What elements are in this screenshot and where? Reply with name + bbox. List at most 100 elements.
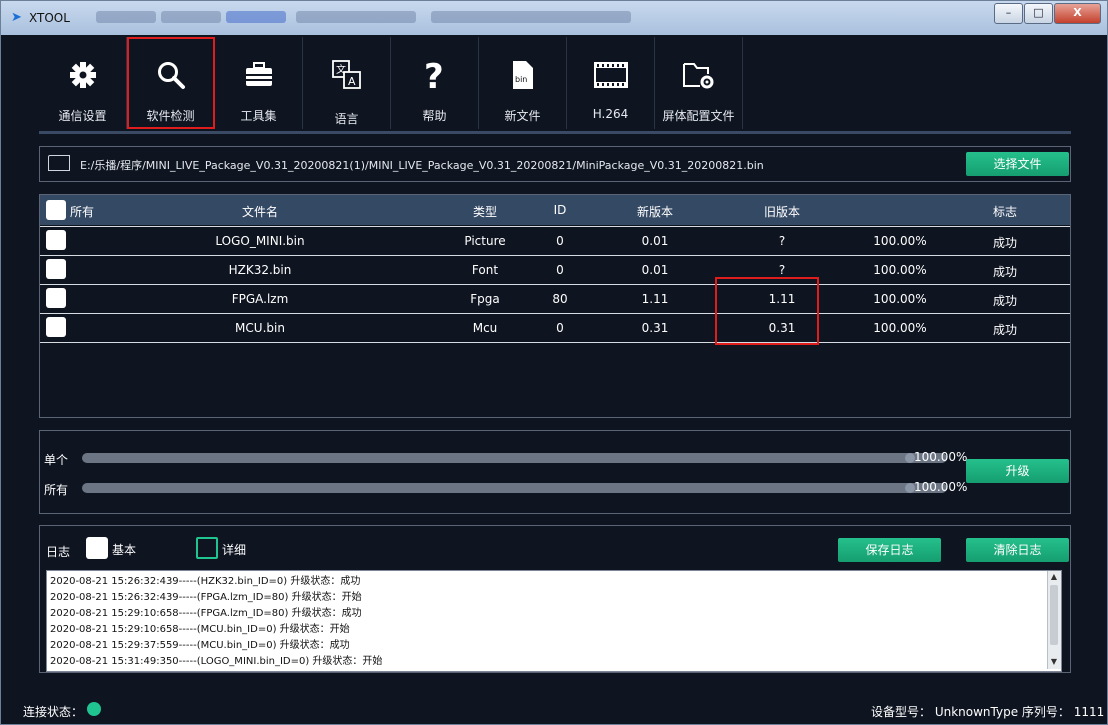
device-info: 设备型号： UnknownType 序列号： 1111 [871, 705, 1105, 719]
clear-log-button[interactable]: 清除日志 [966, 538, 1069, 562]
cell-new-version: 0.31 [641, 321, 669, 335]
header-type: 类型 [472, 205, 497, 219]
blurred-tab [431, 11, 631, 23]
header-id: ID [553, 203, 567, 217]
svg-text:A: A [348, 75, 356, 88]
cell-progress: 100.00% [873, 321, 927, 335]
row-checkbox[interactable] [46, 259, 66, 279]
all-progress-label: 所有 [44, 483, 69, 497]
basic-label: 基本 [112, 543, 137, 557]
cell-type: Fpga [470, 292, 500, 306]
log-line: 2020-08-21 15:31:49:350-----(LOGO_MINI.b… [50, 656, 383, 667]
header-old-version: 旧版本 [763, 205, 800, 219]
title-bar: ➤ XTOOL – □ X [1, 1, 1107, 35]
cell-type: Font [471, 263, 499, 277]
cell-new-version: 1.11 [641, 292, 669, 306]
row-checkbox[interactable] [46, 317, 66, 337]
cell-id: 80 [552, 292, 568, 306]
toolbar-label: 工具集 [240, 109, 277, 123]
help-icon: ? [391, 57, 478, 93]
close-button[interactable]: X [1054, 3, 1101, 24]
file-path: E:/乐播/程序/MINI_LIVE_Package_V0.31_2020082… [80, 159, 764, 172]
toolbar-label: 屏体配置文件 [662, 109, 735, 123]
maximize-button[interactable]: □ [1024, 3, 1053, 24]
toolbar-new-file[interactable]: bin 新文件 [479, 37, 567, 129]
all-progress-value: 100.00% [914, 480, 968, 494]
toolbar-label: 软件检测 [146, 109, 195, 123]
cell-progress: 100.00% [873, 234, 927, 248]
log-lines: 2020-08-21 15:26:32:439-----(HZK32.bin_I… [50, 574, 382, 670]
cell-flag: 成功 [992, 323, 1017, 337]
folder-settings-icon [655, 57, 742, 93]
save-log-button[interactable]: 保存日志 [838, 538, 941, 562]
progress-panel: 单个 100.00% 所有 100.00% 升级 [39, 430, 1071, 514]
single-progress-fill [82, 453, 947, 463]
select-file-button[interactable]: 选择文件 [966, 152, 1069, 176]
toolbar-label: 语言 [334, 112, 359, 126]
log-scrollbar[interactable]: ▲ ▼ [1047, 571, 1061, 669]
log-line: 2020-08-21 15:29:10:658-----(FPGA.lzm_ID… [50, 608, 362, 619]
cell-id: 0 [556, 234, 564, 248]
header-flag: 标志 [992, 205, 1017, 219]
connection-label: 连接状态： [23, 705, 84, 719]
scroll-down-icon[interactable]: ▼ [1050, 657, 1058, 667]
cell-new-version: 0.01 [641, 263, 669, 277]
cell-id: 0 [556, 263, 564, 277]
toolbar-label: 通信设置 [58, 109, 107, 123]
film-icon [567, 57, 654, 93]
toolbar-language[interactable]: 文A 语言 [303, 37, 391, 129]
upgrade-button[interactable]: 升级 [966, 459, 1069, 483]
log-title: 日志 [46, 545, 71, 559]
scroll-thumb[interactable] [1050, 585, 1058, 645]
toolbar-label: 新文件 [504, 109, 541, 123]
cell-flag: 成功 [992, 294, 1017, 308]
single-progress-label: 单个 [44, 453, 69, 467]
all-progress-fill [82, 483, 947, 493]
version-highlight-box [715, 277, 819, 345]
detail-checkbox[interactable] [196, 537, 218, 559]
row-checkbox[interactable] [46, 288, 66, 308]
translate-icon: 文A [303, 57, 390, 93]
table-row[interactable]: FPGA.lzm Fpga 80 1.11 1.11 100.00% 成功 [40, 284, 1070, 313]
cell-type: Mcu [472, 321, 498, 335]
toolbar-software-check[interactable]: 软件检测 [127, 37, 215, 129]
log-panel: 日志 基本 详细 保存日志 清除日志 2020-08-21 15:26:32:4… [39, 525, 1071, 673]
blurred-tab [161, 11, 221, 23]
cell-progress: 100.00% [873, 263, 927, 277]
basic-checkbox[interactable] [86, 537, 108, 559]
svg-text:bin: bin [515, 75, 527, 84]
cell-type: Picture [464, 234, 506, 248]
search-icon [127, 57, 214, 93]
table-row[interactable]: MCU.bin Mcu 0 0.31 0.31 100.00% 成功 [40, 313, 1070, 343]
toolbox-icon [215, 57, 302, 93]
cell-progress: 100.00% [873, 292, 927, 306]
select-all-checkbox[interactable] [46, 200, 66, 220]
bin-file-icon: bin [479, 57, 566, 93]
detail-label: 详细 [222, 543, 247, 557]
log-line: 2020-08-21 15:29:37:559-----(MCU.bin_ID=… [50, 640, 350, 651]
minimize-button[interactable]: – [994, 3, 1023, 24]
toolbar-comm-settings[interactable]: 通信设置 [39, 37, 127, 129]
single-progress-bar [82, 453, 947, 463]
scroll-up-icon[interactable]: ▲ [1050, 572, 1058, 582]
log-textbox[interactable]: 2020-08-21 15:26:32:439-----(HZK32.bin_I… [46, 570, 1062, 672]
log-line: 2020-08-21 15:26:32:439-----(FPGA.lzm_ID… [50, 592, 362, 603]
toolbar-screen-config[interactable]: 屏体配置文件 [655, 37, 743, 129]
toolbar-h264[interactable]: H.264 [567, 37, 655, 129]
cell-old-version: ? [778, 263, 786, 277]
all-progress-bar [82, 483, 947, 493]
table-row[interactable]: LOGO_MINI.bin Picture 0 0.01 ? 100.00% 成… [40, 226, 1070, 255]
blurred-tab [296, 11, 416, 23]
toolbar-toolset[interactable]: 工具集 [215, 37, 303, 129]
cell-filename: FPGA.lzm [231, 292, 289, 306]
svg-text:?: ? [424, 58, 444, 92]
toolbar-help[interactable]: ? 帮助 [391, 37, 479, 129]
table-row[interactable]: HZK32.bin Font 0 0.01 ? 100.00% 成功 [40, 255, 1070, 284]
window-title: XTOOL [29, 11, 70, 25]
cell-old-version: ? [778, 234, 786, 248]
row-checkbox[interactable] [46, 230, 66, 250]
toolbar-label: 帮助 [422, 109, 447, 123]
file-path-row: E:/乐播/程序/MINI_LIVE_Package_V0.31_2020082… [39, 146, 1071, 182]
toolbar-divider [39, 131, 1071, 134]
cell-filename: MCU.bin [235, 321, 285, 335]
